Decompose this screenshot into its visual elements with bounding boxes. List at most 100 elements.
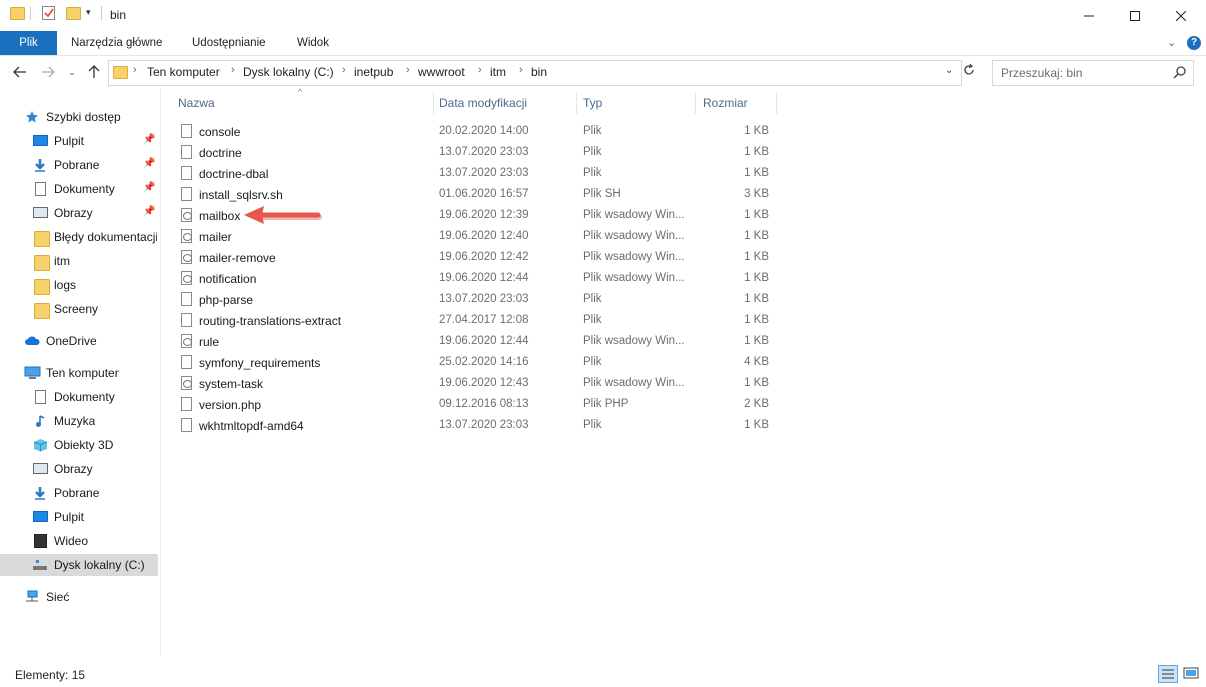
breadcrumb-separator-icon[interactable]: › [231,64,235,76]
column-header-date[interactable]: Data modyfikacji [439,96,527,110]
nav-item-videos[interactable]: Wideo [0,530,158,552]
column-divider[interactable] [576,92,577,114]
file-date: 20.02.2020 14:00 [439,125,529,137]
breadcrumb-inetpub[interactable]: inetpub [354,65,393,79]
breadcrumb-separator-icon[interactable]: › [133,64,137,76]
table-row[interactable]: console 20.02.2020 14:00 Plik 1 KB [170,121,780,142]
table-row[interactable]: php-parse 13.07.2020 23:03 Plik 1 KB [170,289,780,310]
address-bar[interactable]: › Ten komputer › Dysk lokalny (C:) › ine… [108,60,962,86]
nav-label: Sieć [46,590,70,604]
table-row[interactable]: mailer 19.06.2020 12:40 Plik wsadowy Win..… [170,226,780,247]
nav-item-pictures[interactable]: Obrazy 📌 [0,202,158,224]
maximize-button[interactable] [1112,0,1158,31]
nav-item-desktop[interactable]: Pulpit [0,506,158,528]
recent-locations-icon[interactable]: ⌄ [62,62,82,82]
window-title: bin [110,8,127,22]
nav-onedrive[interactable]: OneDrive [0,330,158,352]
nav-item-desktop[interactable]: Pulpit 📌 [0,130,158,152]
breadcrumb-local-disk[interactable]: Dysk lokalny (C:) [243,65,334,79]
minimize-button[interactable] [1066,0,1112,31]
table-row[interactable]: system-task 19.06.2020 12:43 Plik wsadowy … [170,373,780,394]
nav-item-folder[interactable]: Screeny [0,298,158,320]
nav-quick-access[interactable]: Szybki dostęp [0,106,158,128]
nav-item-documents[interactable]: Dokumenty 📌 [0,178,158,200]
items-count: Elementy: 15 [15,668,86,682]
breadcrumb-separator-icon[interactable]: › [406,64,410,76]
search-icon[interactable] [1173,65,1187,82]
folder-icon [34,255,50,271]
nav-item-downloads[interactable]: Pobrane [0,482,158,504]
back-button[interactable] [10,62,30,82]
new-folder-icon[interactable] [66,7,81,20]
column-divider[interactable] [433,92,434,114]
nav-item-downloads[interactable]: Pobrane 📌 [0,154,158,176]
up-button[interactable] [84,62,104,82]
forward-button[interactable] [38,62,58,82]
file-date: 13.07.2020 23:03 [439,167,529,179]
table-row[interactable]: version.php 09.12.2016 08:13 Plik PHP 2 KB [170,394,780,415]
table-row[interactable]: wkhtmltopdf-amd64 13.07.2020 23:03 Plik 1 K… [170,415,780,436]
large-icons-view-button[interactable] [1182,665,1202,683]
tab-share[interactable]: Udostępnianie [192,31,266,55]
nav-item-documents[interactable]: Dokumenty [0,386,158,408]
file-type: Plik wsadowy Win... [583,272,685,284]
nav-item-3d-objects[interactable]: Obiekty 3D [0,434,158,456]
breadcrumb-wwwroot[interactable]: wwwroot [418,65,465,79]
column-divider[interactable] [695,92,696,114]
breadcrumb-separator-icon[interactable]: › [519,64,523,76]
nav-item-local-disk[interactable]: Dysk lokalny (C:) [0,554,158,576]
file-size: 4 KB [744,356,769,368]
details-view-button[interactable] [1158,665,1178,683]
ribbon-expand-icon[interactable]: ⌄ [1167,36,1176,49]
file-size: 1 KB [744,167,769,179]
close-button[interactable] [1158,0,1204,31]
address-dropdown-icon[interactable]: ⌄ [945,65,953,76]
nav-network[interactable]: Sieć [0,586,158,608]
column-header-type[interactable]: Typ [583,96,602,110]
table-row[interactable]: install_sqlsrv.sh 01.06.2020 16:57 Plik SH… [170,184,780,205]
table-row[interactable]: doctrine-dbal 13.07.2020 23:03 Plik 1 KB [170,163,780,184]
tab-view[interactable]: Widok [297,31,329,55]
file-date: 09.12.2016 08:13 [439,398,529,410]
navigation-bar: ⌄ › Ten komputer › Dysk lokalny (C:) › i… [0,58,1206,86]
file-size: 1 KB [744,419,769,431]
nav-item-folder[interactable]: Błędy dokumentacji [0,226,158,248]
nav-item-music[interactable]: Muzyka [0,410,158,432]
table-row[interactable]: mailer-remove 19.06.2020 12:42 Plik wsadow… [170,247,780,268]
nav-item-folder[interactable]: itm [0,250,158,272]
file-date: 13.07.2020 23:03 [439,419,529,431]
file-type: Plik [583,419,602,431]
breadcrumb-itm[interactable]: itm [490,65,506,79]
pin-icon[interactable]: 📌 [143,182,155,193]
nav-item-folder[interactable]: logs [0,274,158,296]
customize-quick-access-icon[interactable]: ▾ [86,7,91,18]
table-row[interactable]: rule 19.06.2020 12:44 Plik wsadowy Win... 1… [170,331,780,352]
breadcrumb-bin[interactable]: bin [531,65,547,79]
table-row[interactable]: symfony_requirements 25.02.2020 14:16 Plik… [170,352,780,373]
column-header-size[interactable]: Rozmiar [703,96,748,110]
column-divider[interactable] [776,92,777,114]
table-row[interactable]: notification 19.06.2020 12:44 Plik wsadowy… [170,268,780,289]
tab-home[interactable]: Narzędzia główne [71,31,162,55]
pin-icon[interactable]: 📌 [143,134,155,145]
file-list: ^ Nazwa Data modyfikacji Typ Rozmiar con… [170,87,790,448]
table-row[interactable]: routing-translations-extract 27.04.2017 1… [170,310,780,331]
help-icon[interactable]: ? [1187,36,1201,50]
tab-file[interactable]: Plik [0,31,57,55]
pane-divider[interactable] [160,88,161,656]
cloud-icon [25,336,40,345]
table-row[interactable]: doctrine 13.07.2020 23:03 Plik 1 KB [170,142,780,163]
refresh-icon[interactable] [962,63,980,81]
pin-icon[interactable]: 📌 [143,158,155,169]
breadcrumb-this-pc[interactable]: Ten komputer [147,65,220,79]
column-header-name[interactable]: Nazwa [178,96,215,110]
nav-item-pictures[interactable]: Obrazy [0,458,158,480]
search-input[interactable]: Przeszukaj: bin [1001,66,1082,80]
search-box[interactable]: Przeszukaj: bin [992,60,1194,86]
pin-icon[interactable]: 📌 [143,206,155,217]
nav-this-pc[interactable]: Ten komputer [0,362,158,384]
properties-icon[interactable] [42,6,55,20]
breadcrumb-separator-icon[interactable]: › [342,64,346,76]
breadcrumb-separator-icon[interactable]: › [478,64,482,76]
file-size: 1 KB [744,125,769,137]
